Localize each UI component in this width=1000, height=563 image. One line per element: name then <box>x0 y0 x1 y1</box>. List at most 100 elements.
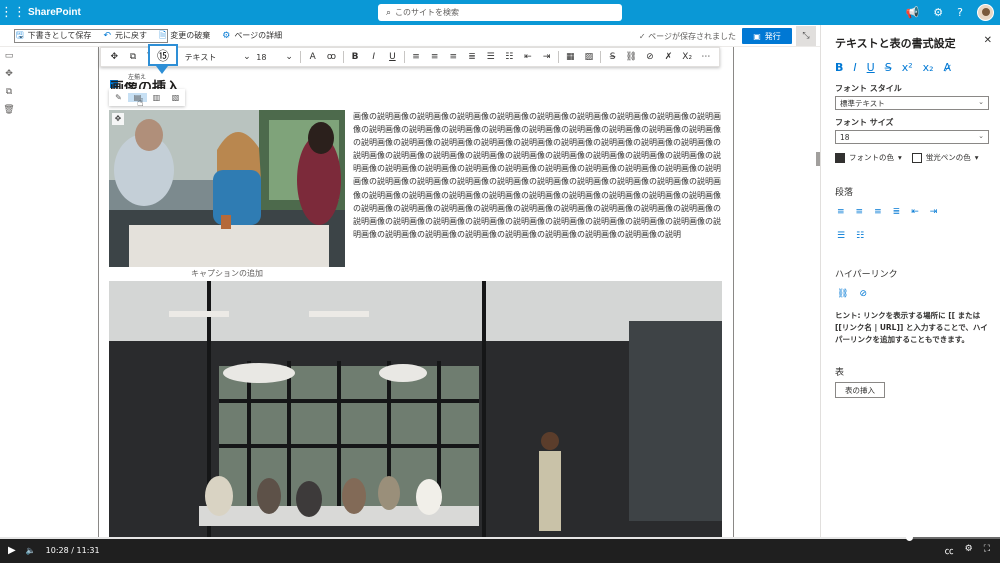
font-color-swatch[interactable] <box>835 152 845 163</box>
publish-button[interactable]: ▣ 発行 <box>742 28 792 44</box>
move-icon[interactable]: ✥ <box>0 69 18 79</box>
align-center-icon[interactable]: ≡ <box>425 52 444 62</box>
captions-icon[interactable]: ㏄ <box>945 544 954 557</box>
align-left-icon[interactable]: ≡ <box>407 52 426 62</box>
chevron-down-icon[interactable]: ▾ <box>975 153 979 162</box>
text-style-dropdown[interactable]: テキスト <box>183 52 238 63</box>
underline-icon[interactable]: U <box>383 52 402 62</box>
hyperlink-buttons: ⛓ ⊘ <box>837 289 867 299</box>
subscript-icon[interactable]: X₂ <box>678 52 697 62</box>
highlight-color-label[interactable]: 蛍光ペンの色 <box>926 152 971 163</box>
edit-image-icon[interactable]: ✎ <box>109 93 128 102</box>
meeting-image[interactable] <box>109 110 345 267</box>
panel-title: テキストと表の書式設定 <box>835 37 956 50</box>
align-center-icon[interactable]: ≡ <box>856 207 864 217</box>
font-size-dropdown[interactable]: 18 ⌄ <box>835 130 989 144</box>
collapse-panel-icon[interactable]: ⤡ <box>796 26 816 46</box>
suite-bar: ⋮⋮ SharePoint ⌕ このサイトを検索 📢 ⚙ ? <box>0 0 1000 25</box>
rich-text-toolbar: ✥ ⧉ 🗑 テキスト ⌄ 18 ⌄ A ꝏ B I U ≡ ≡ ≡ ≣ ☰ ☷ … <box>100 47 720 67</box>
fullscreen-icon[interactable]: ⛶ <box>984 544 990 557</box>
align-right-icon[interactable]: ≡ <box>874 207 882 217</box>
increase-indent-icon[interactable]: ⇥ <box>930 207 938 217</box>
justify-icon[interactable]: ≣ <box>463 52 482 62</box>
font-color-icon[interactable]: A <box>303 52 322 62</box>
settings-icon[interactable]: ⚙ <box>965 544 973 557</box>
underline-icon[interactable]: U <box>867 61 875 74</box>
strikethrough-icon[interactable]: S̶ <box>885 61 892 74</box>
app-launcher-icon[interactable]: ⋮⋮ <box>0 0 26 25</box>
search-icon: ⌕ <box>386 7 392 18</box>
numbered-list-icon[interactable]: ☷ <box>500 52 519 62</box>
font-style-dropdown[interactable]: 標準テキスト ⌄ <box>835 96 989 110</box>
help-icon[interactable]: ? <box>957 6 963 19</box>
link-icon[interactable]: ⛓ <box>622 52 641 62</box>
highlight-color-icon[interactable]: ꝏ <box>322 52 341 62</box>
format-panel: テキストと表の書式設定 ✕ B I U S̶ x² x₂ A̷ フォント スタイ… <box>820 25 1000 537</box>
undo-dropdown-chevron-icon[interactable]: ⌄ <box>14 28 168 43</box>
bullet-list-icon[interactable]: ☰ <box>837 231 845 241</box>
image-move-handle-icon[interactable]: ✥ <box>112 113 124 125</box>
insert-table-button[interactable]: 表の挿入 <box>835 382 885 398</box>
office-image[interactable] <box>109 281 722 537</box>
move-icon[interactable]: ✥ <box>105 52 124 62</box>
close-icon[interactable]: ✕ <box>984 35 992 46</box>
unlink-icon[interactable]: ⊘ <box>859 289 867 299</box>
insert-table-icon[interactable]: ▦ <box>561 52 580 62</box>
highlight-color-swatch[interactable] <box>911 152 922 163</box>
body-paragraph[interactable]: 画像の説明画像の説明画像の説明画像の説明画像の説明画像の説明画像の説明画像の説明… <box>353 110 721 241</box>
clear-format-icon[interactable]: ✗ <box>659 52 678 62</box>
decrease-indent-icon[interactable]: ⇤ <box>911 207 919 217</box>
font-style-label: フォント スタイル <box>835 84 902 93</box>
chevron-down-icon[interactable]: ⌄ <box>238 52 257 62</box>
megaphone-icon[interactable]: 📢 <box>906 6 920 19</box>
command-bar: 🖫 下書きとして保存 ⌄ ↶ 元に戻す ⌄ 🗎 変更の破棄 ⚙ ページの詳細 ✓… <box>0 25 820 47</box>
justify-icon[interactable]: ≣ <box>893 207 901 217</box>
italic-icon[interactable]: I <box>853 61 856 74</box>
increase-indent-icon[interactable]: ⇥ <box>537 52 556 62</box>
app-name[interactable]: SharePoint <box>28 7 81 18</box>
progress-thumb[interactable] <box>906 534 913 541</box>
font-size-dropdown[interactable]: 18 <box>256 53 280 62</box>
clear-format-icon[interactable]: A̷ <box>944 61 952 74</box>
chevron-down-icon: ⌄ <box>978 132 984 140</box>
align-right-image-icon[interactable]: ▧ <box>166 93 185 102</box>
divider <box>403 51 405 63</box>
align-right-icon[interactable]: ≡ <box>444 52 463 62</box>
player-left-controls: ▶ 🔈 10:28 / 11:31 <box>8 545 100 556</box>
insert-image-icon[interactable]: ▨ <box>580 52 599 62</box>
align-center-image-icon[interactable]: ▥ <box>147 93 166 102</box>
search-box[interactable]: ⌕ このサイトを検索 <box>378 4 622 21</box>
volume-icon[interactable]: 🔈 <box>26 546 36 555</box>
bold-icon[interactable]: B <box>835 61 843 74</box>
numbered-list-icon[interactable]: ☷ <box>856 231 864 241</box>
more-icon[interactable]: ⋯ <box>697 52 716 62</box>
superscript-icon[interactable]: x² <box>902 61 913 74</box>
comment-icon[interactable]: ▭ <box>0 51 18 61</box>
strikethrough-icon[interactable]: S̶ <box>603 52 622 62</box>
font-color-label[interactable]: フォントの色 <box>849 152 894 163</box>
bold-icon[interactable]: B <box>346 52 365 62</box>
link-icon[interactable]: ⛓ <box>837 289 848 299</box>
unlink-icon[interactable]: ⊘ <box>641 52 660 62</box>
subscript-icon[interactable]: x₂ <box>923 61 934 74</box>
list-buttons: ☰ ☷ <box>837 231 864 241</box>
delete-icon[interactable]: 🗑 <box>0 105 18 115</box>
chevron-down-icon[interactable]: ⌄ <box>280 52 299 62</box>
publish-icon: ▣ <box>753 31 761 41</box>
chevron-down-icon[interactable]: ▾ <box>898 153 902 162</box>
page-details-button[interactable]: ⚙ ページの詳細 <box>216 30 288 41</box>
chevron-down-icon: ⌄ <box>978 98 984 106</box>
duplicate-icon[interactable]: ⧉ <box>124 52 143 62</box>
duplicate-icon[interactable]: ⧉ <box>0 87 18 97</box>
font-size-label: フォント サイズ <box>835 118 894 127</box>
avatar[interactable] <box>977 4 994 21</box>
progress-track[interactable] <box>0 534 1000 541</box>
gear-icon[interactable]: ⚙ <box>933 6 943 19</box>
image-caption[interactable]: キャプションの追加 <box>109 268 345 279</box>
font-size-value: 18 <box>840 132 850 142</box>
align-left-icon[interactable]: ≡ <box>837 207 845 217</box>
italic-icon[interactable]: I <box>364 52 383 62</box>
decrease-indent-icon[interactable]: ⇤ <box>519 52 538 62</box>
bullet-list-icon[interactable]: ☰ <box>481 52 500 62</box>
play-icon[interactable]: ▶ <box>8 545 16 556</box>
